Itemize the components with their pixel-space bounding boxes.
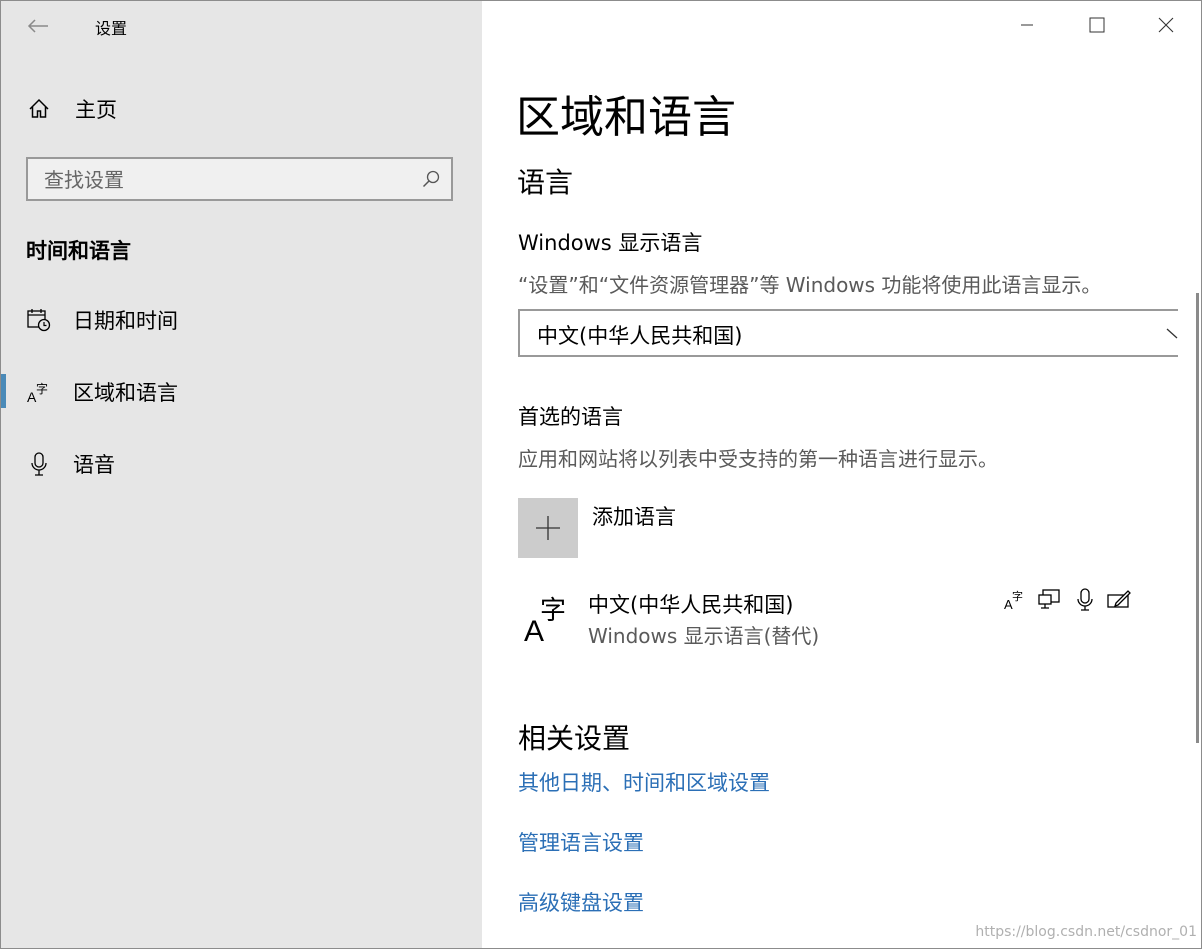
settings-window: 设置 主页 时间和语言 日期和时间 A字 区域和语言	[0, 0, 1202, 949]
manage-language-settings-link[interactable]: 管理语言设置	[518, 827, 644, 857]
svg-text:字: 字	[36, 381, 48, 396]
language-icon: A字	[522, 591, 574, 648]
calendar-clock-icon	[25, 306, 53, 334]
language-list-item[interactable]: A字 中文(中华人民共和国) Windows 显示语言(替代) A字	[518, 583, 1158, 655]
language-pack-icon: A字	[1002, 587, 1028, 613]
preferred-languages-description: 应用和网站将以列表中受支持的第一种语言进行显示。	[518, 447, 998, 471]
display-language-description: “设置”和“文件资源管理器”等 Windows 功能将使用此语言显示。	[518, 273, 1102, 297]
page-title: 区域和语言	[516, 92, 736, 143]
scrollbar[interactable]	[1196, 293, 1199, 743]
chevron-down-icon	[1166, 325, 1178, 343]
home-icon	[25, 95, 53, 123]
sidebar-item-label: 语音	[73, 453, 115, 477]
display-icon	[1037, 587, 1063, 613]
sidebar: 设置 主页 时间和语言 日期和时间 A字 区域和语言	[1, 1, 482, 948]
search-input[interactable]	[42, 159, 416, 201]
related-settings-heading: 相关设置	[518, 722, 631, 755]
app-title: 设置	[95, 19, 128, 38]
dropdown-value: 中文(中华人民共和国)	[537, 324, 743, 348]
sidebar-item-label: 日期和时间	[73, 309, 178, 333]
advanced-keyboard-settings-link[interactable]: 高级键盘设置	[518, 887, 644, 917]
preferred-languages-heading: 首选的语言	[518, 405, 623, 429]
language-name: 中文(中华人民共和国)	[588, 593, 794, 617]
microphone-icon	[25, 450, 53, 478]
sidebar-item-label: 区域和语言	[73, 381, 178, 405]
watermark: https://blog.csdn.net/csdnor_01	[975, 924, 1197, 940]
back-arrow-icon	[27, 19, 48, 33]
language-subtitle: Windows 显示语言(替代)	[588, 624, 820, 648]
svg-text:字: 字	[540, 596, 566, 626]
additional-date-time-region-link[interactable]: 其他日期、时间和区域设置	[518, 767, 770, 797]
sidebar-item-speech[interactable]: 语音	[1, 434, 482, 494]
language-heading: 语言	[517, 166, 574, 199]
back-button[interactable]	[23, 11, 53, 41]
display-language-label: Windows 显示语言	[518, 231, 703, 255]
home-nav-item[interactable]: 主页	[1, 79, 482, 139]
speech-icon	[1072, 587, 1098, 613]
plus-icon	[536, 516, 560, 540]
add-language-button[interactable]	[518, 498, 578, 558]
add-language-label[interactable]: 添加语言	[592, 501, 676, 531]
search-icon[interactable]	[421, 169, 441, 189]
sidebar-item-date-time[interactable]: 日期和时间	[1, 290, 482, 350]
home-label: 主页	[75, 98, 117, 122]
search-box[interactable]	[26, 157, 453, 201]
handwriting-icon	[1106, 587, 1132, 613]
sidebar-item-region-language[interactable]: A字 区域和语言	[1, 362, 482, 422]
section-title: 时间和语言	[26, 239, 131, 263]
display-language-dropdown[interactable]: 中文(中华人民共和国)	[518, 309, 1178, 357]
svg-text:字: 字	[1012, 589, 1023, 603]
main-content: 区域和语言 语言 Windows 显示语言 “设置”和“文件资源管理器”等 Wi…	[482, 1, 1201, 948]
language-icon: A字	[25, 378, 53, 406]
